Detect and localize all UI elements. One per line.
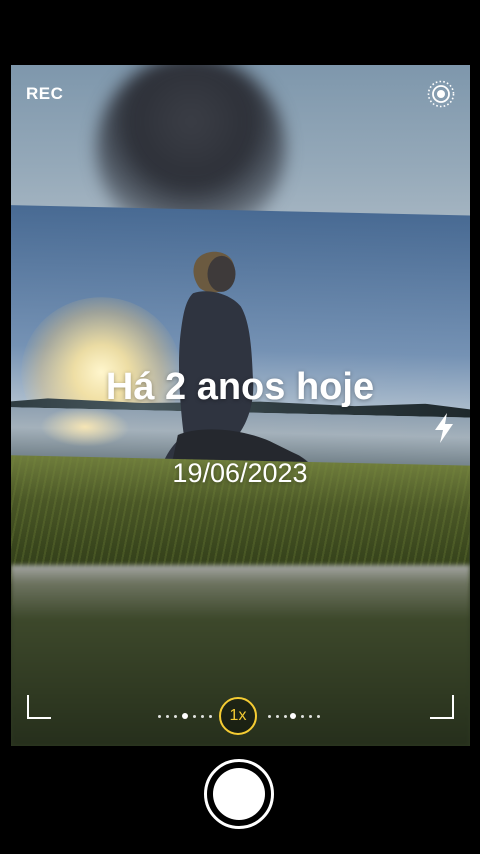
zoom-tick <box>209 715 212 718</box>
zoom-tick <box>284 715 287 718</box>
zoom-tick <box>193 715 196 718</box>
zoom-tick <box>276 715 279 718</box>
memory-date: 19/06/2023 <box>172 458 308 488</box>
memory-title: Há 2 anos hoje <box>105 366 375 408</box>
zoom-tick <box>174 715 177 718</box>
zoom-tick <box>301 715 304 718</box>
zoom-tick <box>158 715 161 718</box>
zoom-tick <box>309 715 312 718</box>
zoom-tick-major <box>290 713 296 719</box>
zoom-tick <box>317 715 320 718</box>
flash-icon[interactable] <box>432 412 456 444</box>
zoom-tick-major <box>182 713 188 719</box>
frame-corner-right <box>430 695 454 719</box>
shutter-button[interactable] <box>204 759 274 829</box>
zoom-button[interactable]: 1x <box>219 697 257 735</box>
frame-corner-left <box>27 695 51 719</box>
zoom-selector[interactable]: 1x <box>150 697 330 737</box>
zoom-tick <box>201 715 204 718</box>
water-glare <box>39 405 131 448</box>
shutter-button-inner[interactable] <box>213 768 265 820</box>
live-photo-icon[interactable] <box>426 79 456 109</box>
memory-photo <box>11 205 470 616</box>
zoom-tick <box>268 715 271 718</box>
zoom-tick <box>166 715 169 718</box>
rec-label[interactable]: REC <box>26 84 63 104</box>
